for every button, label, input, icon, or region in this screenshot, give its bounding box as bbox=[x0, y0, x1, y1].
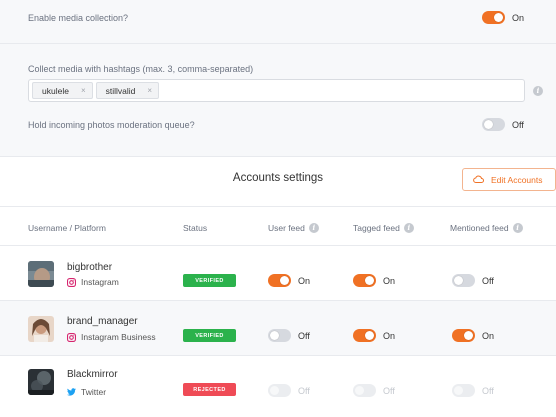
status-badge: VERIFIED bbox=[183, 274, 236, 287]
avatar bbox=[28, 369, 54, 395]
tagged-feed-toggle[interactable]: On bbox=[353, 329, 395, 342]
account-platform: Instagram Business bbox=[67, 332, 156, 342]
toggle-switch[interactable] bbox=[452, 274, 475, 287]
toggle-switch[interactable] bbox=[452, 329, 475, 342]
edit-accounts-label: Edit Accounts bbox=[491, 174, 543, 185]
column-header-mentioned-feed: Mentioned feed i bbox=[450, 223, 523, 233]
hashtag-chip: ukulele × bbox=[32, 82, 93, 99]
toggle-state-label: On bbox=[383, 330, 396, 341]
user-feed-toggle[interactable]: Off bbox=[268, 329, 310, 342]
avatar bbox=[28, 316, 54, 342]
status-badge: VERIFIED bbox=[183, 329, 236, 342]
mentioned-feed-toggle[interactable]: Off bbox=[452, 384, 494, 397]
toggle-switch[interactable] bbox=[482, 11, 505, 24]
divider bbox=[0, 156, 556, 157]
account-username: bigbrother bbox=[67, 262, 113, 273]
account-username: brand_manager bbox=[67, 316, 138, 327]
info-icon[interactable]: i bbox=[403, 223, 414, 233]
toggle-state-label: Off bbox=[298, 330, 310, 341]
column-header-username: Username / Platform bbox=[28, 223, 106, 233]
hashtags-input[interactable]: ukulele × stillvalid × bbox=[28, 79, 525, 102]
toggle-state-label: On bbox=[512, 12, 525, 23]
toggle-state-label: Off bbox=[383, 385, 395, 396]
toggle-state-label: On bbox=[298, 275, 311, 286]
mentioned-feed-toggle[interactable]: Off bbox=[452, 274, 494, 287]
media-settings-panel: Enable media collection? On Collect medi… bbox=[0, 0, 556, 156]
instagram-icon bbox=[67, 277, 76, 287]
tagged-feed-toggle[interactable]: On bbox=[353, 274, 395, 287]
toggle-state-label: Off bbox=[482, 385, 494, 396]
account-platform: Instagram bbox=[67, 277, 119, 287]
tagged-feed-toggle[interactable]: Off bbox=[353, 384, 395, 397]
hashtags-info-icon[interactable]: i bbox=[533, 86, 543, 96]
toggle-switch[interactable] bbox=[452, 384, 475, 397]
instagram-icon bbox=[67, 332, 76, 342]
toggle-state-label: Off bbox=[482, 275, 494, 286]
user-feed-toggle[interactable]: On bbox=[268, 274, 310, 287]
toggle-switch[interactable] bbox=[268, 274, 291, 287]
column-header-tagged-feed: Tagged feed i bbox=[353, 223, 414, 233]
media-collection-label: Enable media collection? bbox=[28, 13, 129, 23]
hashtag-chip: stillvalid × bbox=[95, 82, 160, 99]
avatar bbox=[28, 261, 54, 287]
info-icon[interactable]: i bbox=[512, 223, 523, 233]
cloud-icon bbox=[473, 175, 484, 183]
remove-tag-icon[interactable]: × bbox=[81, 86, 86, 95]
toggle-switch[interactable] bbox=[268, 384, 291, 397]
moderation-label: Hold incoming photos moderation queue? bbox=[28, 120, 195, 130]
hashtags-label: Collect media with hashtags (max. 3, com… bbox=[28, 64, 254, 74]
toggle-switch[interactable] bbox=[353, 329, 376, 342]
twitter-icon bbox=[67, 388, 76, 396]
account-row: Blackmirror Twitter REJECTED Off Off Off bbox=[0, 356, 556, 410]
toggle-state-label: On bbox=[383, 275, 396, 286]
toggle-state-label: Off bbox=[512, 119, 524, 130]
edit-accounts-button[interactable]: Edit Accounts bbox=[462, 168, 556, 191]
account-platform: Twitter bbox=[67, 387, 106, 397]
column-header-user-feed: User feed i bbox=[268, 223, 319, 233]
divider bbox=[0, 43, 556, 44]
account-row: brand_manager Instagram Business VERIFIE… bbox=[0, 301, 556, 355]
media-collection-toggle[interactable]: On bbox=[482, 11, 524, 24]
toggle-state-label: Off bbox=[298, 385, 310, 396]
toggle-switch[interactable] bbox=[482, 118, 505, 131]
user-feed-toggle[interactable]: Off bbox=[268, 384, 310, 397]
status-badge: REJECTED bbox=[183, 383, 236, 396]
divider bbox=[0, 206, 556, 207]
mentioned-feed-toggle[interactable]: On bbox=[452, 329, 494, 342]
hashtag-chip-label: ukulele bbox=[42, 85, 69, 96]
toggle-state-label: On bbox=[482, 330, 495, 341]
toggle-switch[interactable] bbox=[353, 384, 376, 397]
column-header-status: Status bbox=[183, 223, 208, 233]
remove-tag-icon[interactable]: × bbox=[147, 86, 152, 95]
toggle-switch[interactable] bbox=[353, 274, 376, 287]
account-row: bigbrother Instagram VERIFIED On On Off bbox=[0, 246, 556, 300]
toggle-switch[interactable] bbox=[268, 329, 291, 342]
info-icon[interactable]: i bbox=[308, 223, 319, 233]
hashtag-chip-label: stillvalid bbox=[105, 85, 136, 96]
account-username: Blackmirror bbox=[67, 369, 118, 380]
moderation-toggle[interactable]: Off bbox=[482, 118, 524, 131]
